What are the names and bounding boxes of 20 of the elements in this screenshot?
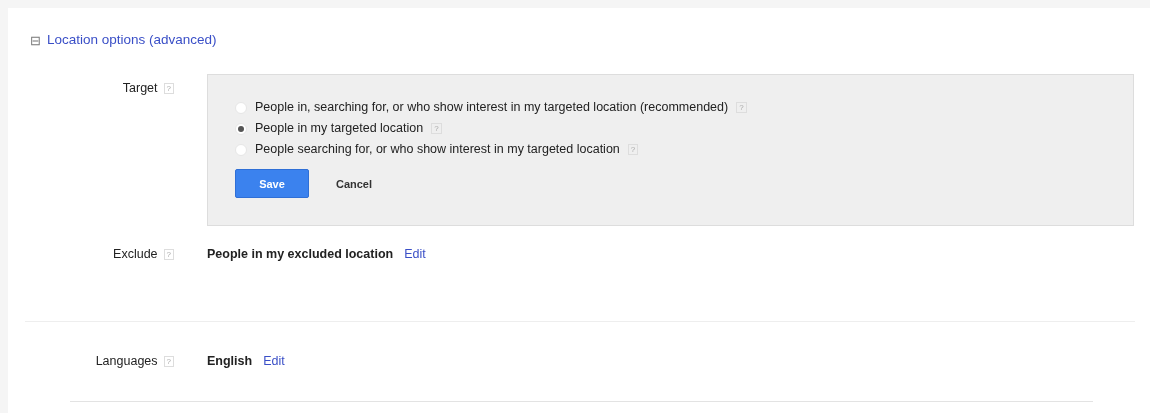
radio-button[interactable] <box>235 101 247 114</box>
field-label: Target <box>122 80 158 98</box>
section-title-link[interactable]: Location options (advanced) <box>47 30 217 51</box>
field-label: Languages <box>95 353 158 370</box>
field-label: Exclude <box>113 246 158 264</box>
help-icon[interactable]: ? <box>163 83 174 95</box>
option-label[interactable]: People in my targeted location <box>255 119 424 139</box>
option-label[interactable]: People searching for, or who show interest in my targeted location <box>255 140 620 160</box>
help-icon[interactable]: ? <box>163 355 174 367</box>
cancel-button[interactable]: Cancel <box>317 169 391 199</box>
edit-link[interactable]: Edit <box>404 245 426 264</box>
save-button[interactable]: Save <box>235 169 309 199</box>
option-label[interactable]: People in, searching for, or who show interest in my targeted location (recommended) <box>255 98 729 118</box>
help-icon[interactable]: ? <box>163 249 174 261</box>
edit-link[interactable]: Edit <box>263 352 285 371</box>
radio-button[interactable] <box>235 122 247 135</box>
field-value: English <box>207 353 253 370</box>
radio-button[interactable] <box>235 143 247 156</box>
field-value: People in my excluded location <box>207 246 394 264</box>
collapse-toggle[interactable]: ⊟ <box>30 33 41 47</box>
